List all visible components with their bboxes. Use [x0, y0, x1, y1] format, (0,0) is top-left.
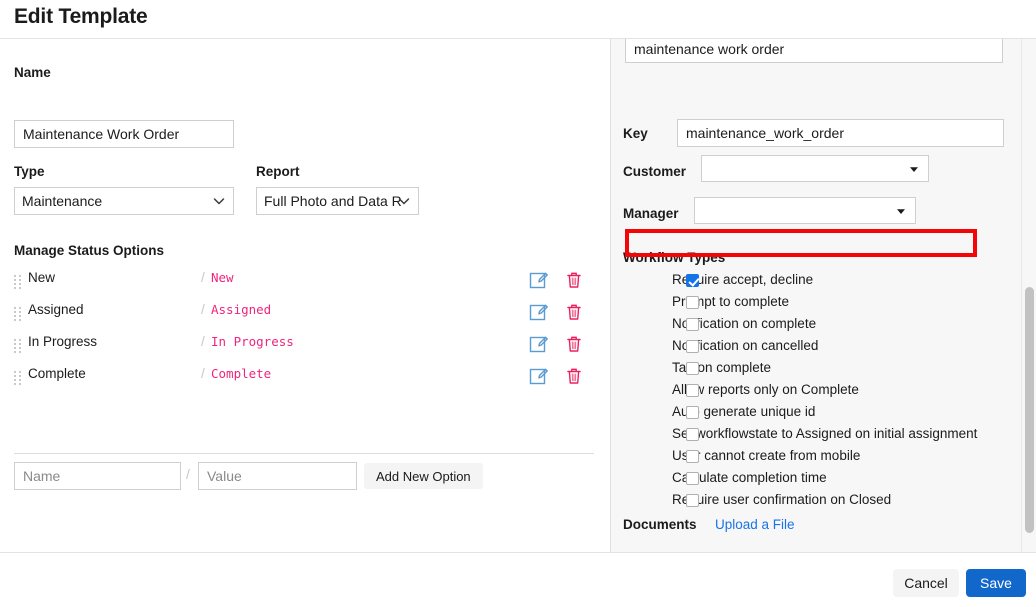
- status-option-value: Complete: [211, 366, 272, 381]
- workflow-type-item[interactable]: Require accept, decline: [623, 269, 1013, 291]
- save-button[interactable]: Save: [966, 569, 1026, 597]
- workflow-type-label: User cannot create from mobile: [672, 448, 861, 463]
- drag-handle-icon[interactable]: [14, 307, 22, 321]
- customer-select-wrapper: [701, 155, 929, 182]
- right-panel-scroll-area: Key Customer Manager: [611, 39, 1021, 552]
- type-select-wrapper: Maintenance: [14, 187, 234, 215]
- divider: [14, 453, 594, 454]
- status-option-row: In Progress / In Progress: [14, 330, 594, 362]
- edit-icon[interactable]: [528, 365, 550, 387]
- left-panel: Name Type Maintenance Report Full Photo …: [0, 39, 610, 552]
- status-option-row: Assigned / Assigned: [14, 298, 594, 330]
- status-option-name: Assigned: [28, 302, 84, 317]
- new-option-name-input[interactable]: [14, 462, 181, 490]
- name-label: Name: [14, 65, 51, 80]
- upload-a-file-link[interactable]: Upload a File: [715, 517, 795, 532]
- manager-select[interactable]: [694, 197, 916, 224]
- drag-handle-icon[interactable]: [14, 339, 22, 353]
- cancel-button[interactable]: Cancel: [893, 569, 959, 597]
- status-option-separator: /: [201, 334, 205, 349]
- report-select-wrapper: Full Photo and Data R: [256, 187, 419, 215]
- edit-icon[interactable]: [528, 301, 550, 323]
- workflow-checkbox[interactable]: [686, 472, 699, 485]
- dialog-header: Edit Template: [0, 0, 1036, 39]
- workflow-checkbox[interactable]: [686, 318, 699, 331]
- documents-label: Documents: [623, 517, 697, 532]
- status-option-name: New: [28, 270, 56, 285]
- workflow-type-item[interactable]: Require user confirmation on Closed: [623, 489, 1013, 511]
- workflow-type-item[interactable]: Allow reports only on Complete: [623, 379, 1013, 401]
- key-label: Key: [623, 126, 648, 141]
- right-panel: Key Customer Manager: [610, 39, 1036, 552]
- workflow-checkbox[interactable]: [686, 274, 699, 287]
- status-option-value: Assigned: [211, 302, 272, 317]
- status-option-separator: /: [201, 302, 205, 317]
- edit-template-dialog: Edit Template Name Type Maintenance Repo…: [0, 0, 1036, 607]
- workflow-type-item[interactable]: Notification on complete: [623, 313, 1013, 335]
- status-options-list: New / New Assigned / Assigned In Progress / In P…: [14, 266, 594, 394]
- workflow-checkbox[interactable]: [686, 494, 699, 507]
- new-option-separator: /: [186, 466, 190, 482]
- manage-status-options-heading: Manage Status Options: [14, 243, 165, 258]
- status-option-value: New: [211, 270, 234, 285]
- workflow-checkbox[interactable]: [686, 450, 699, 463]
- workflow-type-label: Set workflowstate to Assigned on initial…: [672, 426, 978, 441]
- delete-icon[interactable]: [563, 365, 585, 387]
- status-option-value: In Progress: [211, 334, 294, 349]
- workflow-type-item[interactable]: Set workflowstate to Assigned on initial…: [623, 423, 1013, 445]
- status-option-name: In Progress: [28, 334, 98, 349]
- drag-handle-icon[interactable]: [14, 275, 22, 289]
- workflow-checkbox[interactable]: [686, 428, 699, 441]
- customer-label: Customer: [623, 164, 687, 179]
- template-label-input[interactable]: [625, 39, 1003, 63]
- right-panel-scrollbar-thumb[interactable]: [1025, 287, 1034, 533]
- manager-select-wrapper: [694, 197, 916, 224]
- type-select[interactable]: Maintenance: [14, 187, 234, 215]
- workflow-type-label: Allow reports only on Complete: [672, 382, 859, 397]
- key-input[interactable]: [677, 119, 1004, 147]
- workflow-checkbox[interactable]: [686, 362, 699, 375]
- workflow-type-item[interactable]: Auto generate unique id: [623, 401, 1013, 423]
- drag-handle-icon[interactable]: [14, 371, 22, 385]
- right-panel-scrollbar[interactable]: [1021, 39, 1036, 552]
- report-label: Report: [256, 164, 300, 179]
- workflow-checkbox[interactable]: [686, 340, 699, 353]
- dialog-body: Name Type Maintenance Report Full Photo …: [0, 39, 1036, 552]
- edit-icon[interactable]: [528, 333, 550, 355]
- manager-label: Manager: [623, 206, 679, 221]
- status-option-row: Complete / Complete: [14, 362, 594, 394]
- add-new-option-button[interactable]: Add New Option: [364, 463, 483, 489]
- workflow-type-item[interactable]: Notification on cancelled: [623, 335, 1013, 357]
- type-label: Type: [14, 164, 45, 179]
- workflow-type-item[interactable]: Prompt to complete: [623, 291, 1013, 313]
- report-select[interactable]: Full Photo and Data R: [256, 187, 419, 215]
- workflow-checkbox[interactable]: [686, 406, 699, 419]
- delete-icon[interactable]: [563, 333, 585, 355]
- workflow-checkbox[interactable]: [686, 296, 699, 309]
- workflow-type-item[interactable]: Tag on complete: [623, 357, 1013, 379]
- workflow-type-item[interactable]: User cannot create from mobile: [623, 445, 1013, 467]
- status-option-row: New / New: [14, 266, 594, 298]
- workflow-checkbox[interactable]: [686, 384, 699, 397]
- status-option-separator: /: [201, 270, 205, 285]
- delete-icon[interactable]: [563, 269, 585, 291]
- name-input[interactable]: [14, 120, 234, 148]
- workflow-types-heading: Workflow Types: [623, 250, 726, 265]
- workflow-types-list: Require accept, decline Prompt to complet…: [623, 269, 1013, 511]
- delete-icon[interactable]: [563, 301, 585, 323]
- workflow-type-item[interactable]: Calculate completion time: [623, 467, 1013, 489]
- page-title: Edit Template: [14, 5, 148, 28]
- customer-select[interactable]: [701, 155, 929, 182]
- dialog-footer: Cancel Save: [0, 552, 1036, 607]
- edit-icon[interactable]: [528, 269, 550, 291]
- status-option-separator: /: [201, 366, 205, 381]
- status-option-name: Complete: [28, 366, 86, 381]
- workflow-type-label: Require user confirmation on Closed: [672, 492, 892, 507]
- new-option-value-input[interactable]: [198, 462, 357, 490]
